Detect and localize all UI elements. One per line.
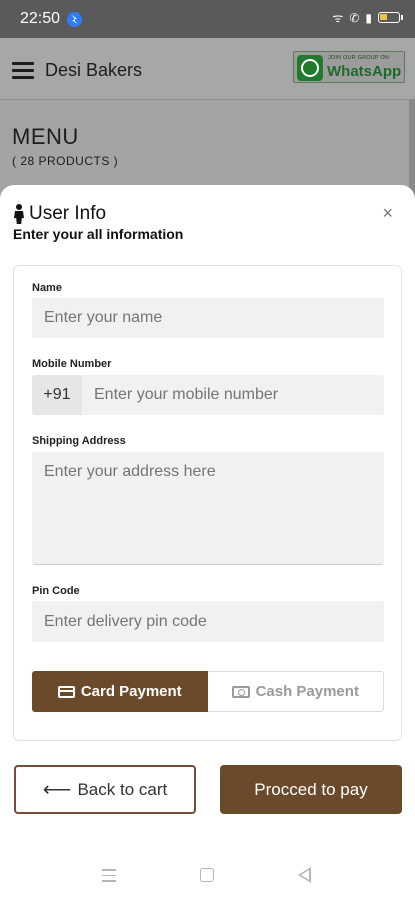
card-payment-label: Card Payment: [80, 683, 182, 700]
whatsapp-join-text: JOIN OUR GROUP ON: [328, 55, 390, 61]
status-time: 22:50: [20, 10, 61, 27]
menu-title: MENU: [12, 124, 79, 149]
volte-icon: ✆: [349, 10, 360, 25]
pin-code-input[interactable]: Enter delivery pin code: [32, 601, 384, 642]
name-label: Name: [32, 282, 62, 294]
country-code-prefix: +91: [32, 375, 82, 415]
status-icons: ᯤ ✆ ▮: [332, 9, 403, 26]
mobile-input[interactable]: Enter your mobile number: [82, 375, 384, 415]
person-icon: [13, 204, 25, 224]
menu-product-count: ( 28 PRODUCTS ): [12, 154, 119, 168]
address-textarea[interactable]: Enter your address here: [32, 452, 384, 565]
back-to-cart-label: Back to cart: [77, 779, 168, 799]
status-bar: 22:50 ᯤ ✆ ▮: [0, 0, 415, 38]
name-input[interactable]: Enter your name: [32, 298, 384, 338]
battery-icon: [378, 12, 400, 23]
whatsapp-label: WhatsApp: [327, 63, 402, 80]
app-title: Desi Bakers: [45, 60, 143, 80]
mobile-label: Mobile Number: [32, 358, 112, 370]
charging-icon: [401, 15, 403, 20]
system-nav-bar: [0, 855, 415, 900]
arrow-left-icon: ⟵: [42, 779, 72, 801]
payment-method-toggle: Card Payment Cash Payment: [32, 671, 384, 712]
whatsapp-icon: [297, 55, 323, 81]
address-label: Shipping Address: [32, 435, 126, 447]
back-to-cart-button[interactable]: ⟵ Back to cart: [14, 765, 196, 814]
credit-card-icon: [57, 685, 75, 698]
cash-payment-button[interactable]: Cash Payment: [207, 671, 384, 712]
cash-icon: [231, 685, 250, 698]
cash-payment-label: Cash Payment: [255, 683, 359, 700]
wifi-icon: ᯤ: [332, 11, 344, 25]
hamburger-menu-icon[interactable]: [12, 62, 34, 79]
back-icon[interactable]: [298, 867, 311, 883]
user-info-subtitle: Enter your all information: [13, 226, 184, 242]
card-payment-button[interactable]: Card Payment: [32, 671, 208, 712]
user-info-title: User Info: [13, 203, 106, 225]
close-icon[interactable]: ×: [382, 203, 393, 224]
proceed-to-pay-button[interactable]: Procced to pay: [220, 765, 402, 814]
whatsapp-group-button[interactable]: JOIN OUR GROUP ON WhatsApp: [293, 51, 405, 83]
notification-icon: [67, 12, 82, 27]
scrollbar: [409, 100, 415, 200]
proceed-to-pay-label: Procced to pay: [254, 779, 368, 799]
recents-icon[interactable]: [102, 869, 116, 886]
signal-icon: ▮: [365, 10, 372, 25]
user-info-title-text: User Info: [29, 203, 107, 224]
home-icon[interactable]: [200, 868, 214, 882]
app-header: Desi Bakers JOIN OUR GROUP ON WhatsApp: [0, 38, 415, 100]
pin-code-label: Pin Code: [32, 585, 80, 597]
